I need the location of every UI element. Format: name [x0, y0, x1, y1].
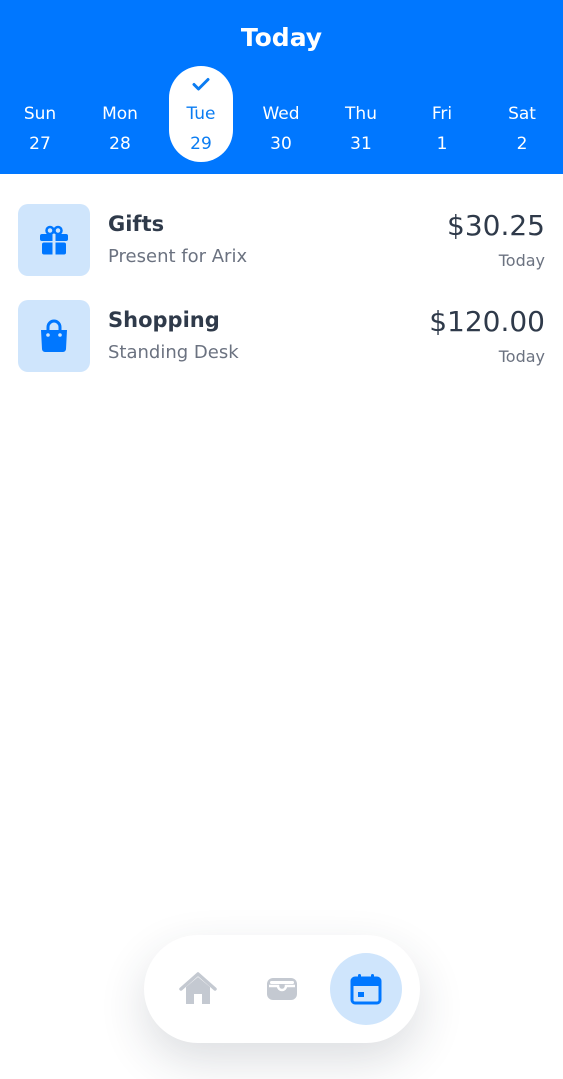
transaction-title: Shopping [108, 308, 220, 332]
page-title: Today [240, 23, 323, 52]
day-number: 27 [29, 134, 51, 154]
nav-home-button[interactable] [162, 953, 234, 1025]
day-number: 1 [436, 134, 448, 154]
day-sun[interactable]: Sun 27 [8, 66, 72, 162]
day-number: 2 [516, 134, 528, 154]
day-sat[interactable]: Sat 2 [490, 66, 554, 162]
day-name: Mon [102, 104, 138, 124]
check-icon [169, 74, 233, 94]
header: Today Sun 27 Mon 28 Tue 29 Wed 30 Thu 31 [0, 0, 563, 174]
gift-icon [18, 204, 90, 276]
day-name: Sun [23, 104, 57, 124]
day-mon[interactable]: Mon 28 [88, 66, 152, 162]
home-icon [179, 972, 217, 1006]
day-number: 28 [109, 134, 131, 154]
nav-calendar-button[interactable] [330, 953, 402, 1025]
day-name: Sat [508, 104, 536, 124]
day-tue[interactable]: Tue 29 [169, 66, 233, 162]
transaction-subtitle: Standing Desk [108, 342, 239, 363]
day-fri[interactable]: Fri 1 [410, 66, 474, 162]
shopping-bag-icon [18, 300, 90, 372]
transaction-date: Today [498, 347, 545, 366]
nav-wallet-button[interactable] [246, 953, 318, 1025]
day-name: Wed [262, 104, 300, 124]
calendar-icon [350, 973, 382, 1005]
day-wed[interactable]: Wed 30 [249, 66, 313, 162]
transaction-item-shopping[interactable]: Shopping Standing Desk $120.00 Today [0, 300, 563, 372]
transaction-title: Gifts [108, 212, 165, 236]
transaction-date: Today [498, 251, 545, 270]
transaction-amount: $120.00 [429, 305, 545, 338]
transaction-amount: $30.25 [447, 209, 545, 242]
day-number: 31 [350, 134, 372, 154]
day-number: 30 [270, 134, 292, 154]
day-thu[interactable]: Thu 31 [329, 66, 393, 162]
day-number: 29 [190, 134, 212, 154]
app-screen: Today Sun 27 Mon 28 Tue 29 Wed 30 Thu 31 [0, 0, 563, 1079]
transaction-item-gifts[interactable]: Gifts Present for Arix $30.25 Today [0, 204, 563, 276]
day-name: Tue [186, 104, 216, 124]
bottom-nav [144, 935, 420, 1043]
wallet-icon [266, 976, 298, 1002]
day-name: Fri [431, 104, 453, 124]
transaction-subtitle: Present for Arix [108, 246, 248, 267]
day-name: Thu [345, 104, 377, 124]
